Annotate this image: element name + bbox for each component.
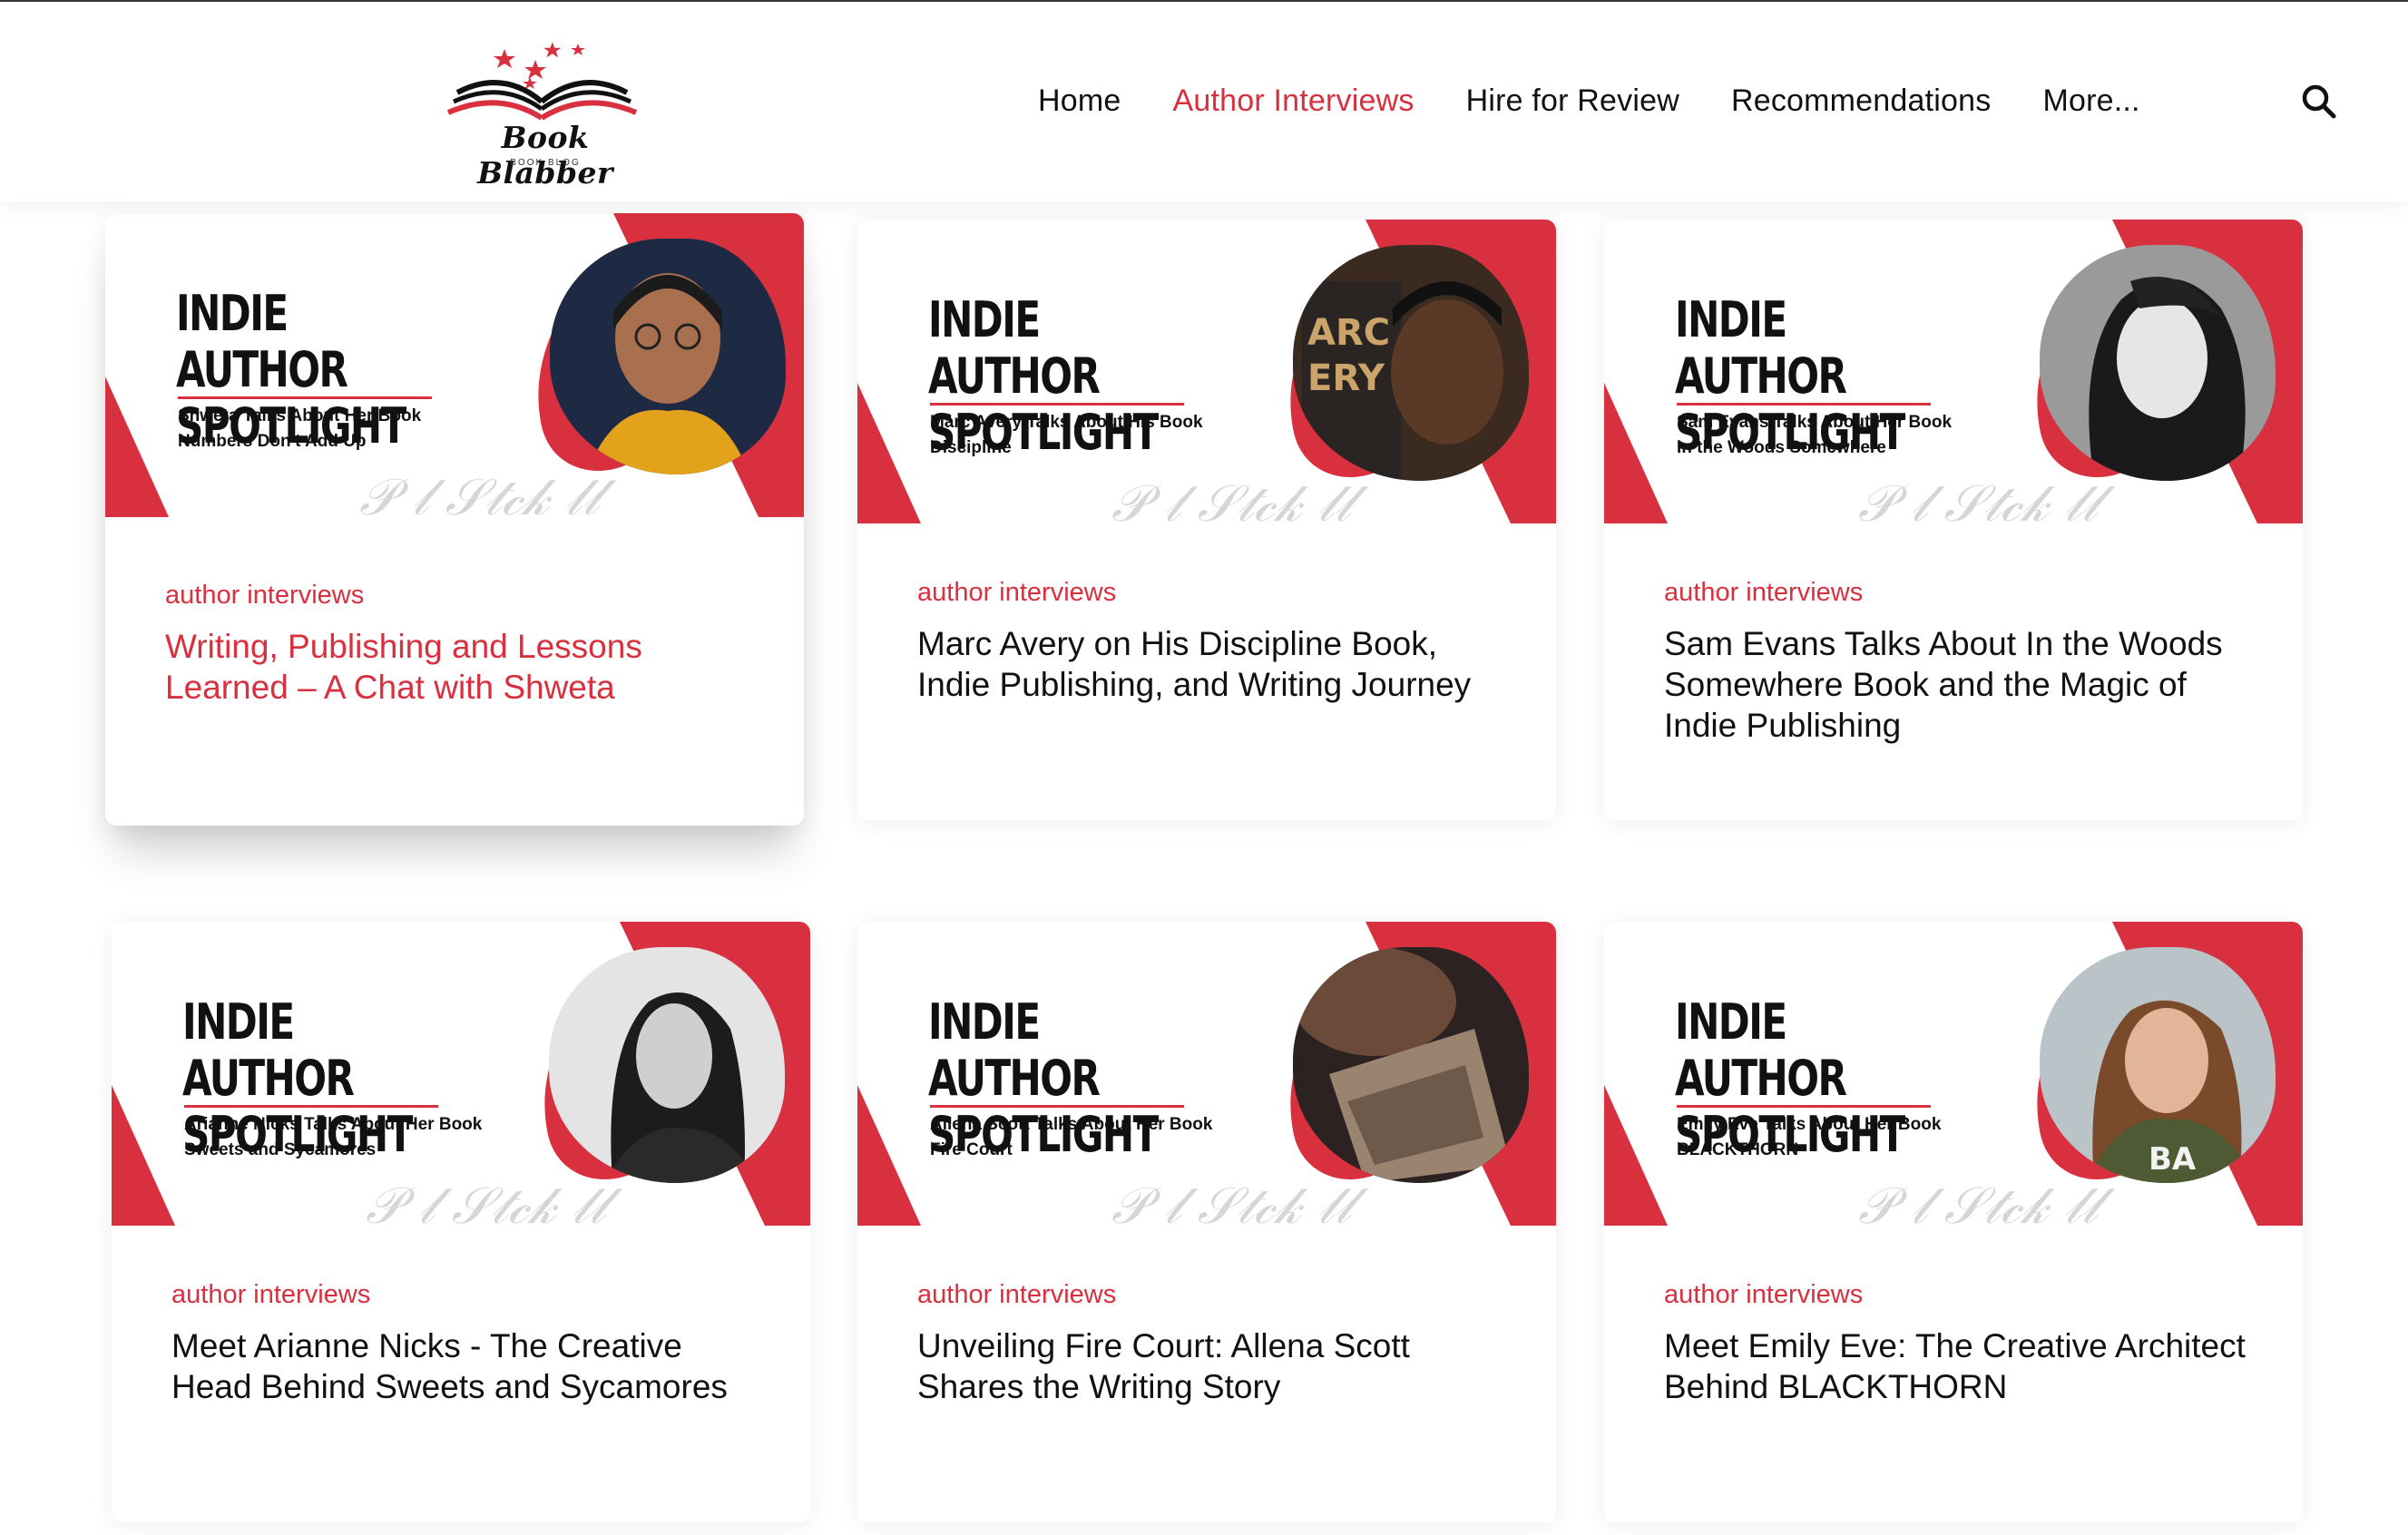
spotlight-underline	[178, 396, 432, 399]
site-header: Book Blabber BOOK BLOG Home Author Inter…	[0, 2, 2408, 201]
svg-text:ARC: ARC	[1307, 312, 1390, 354]
logo-wordmark: Book Blabber	[477, 120, 613, 191]
post-thumbnail[interactable]: 𝒫 𝓁 𝒮𝓉𝒸𝓀 𝓁𝓁 INDIE AUTHOR SPOTLIGHT Allen…	[857, 922, 1556, 1226]
svg-text:𝒫 𝓁 𝒮𝓉𝒸𝓀 𝓁𝓁: 𝒫 𝓁 𝒮𝓉𝒸𝓀 𝓁𝓁	[1858, 474, 2116, 523]
nav-home[interactable]: Home	[1038, 83, 1121, 123]
spotlight-underline	[930, 403, 1184, 406]
spotlight-subtitle: Emily Eve Talks About Her Book BLACKTHOR…	[1677, 1115, 1942, 1159]
svg-text:𝒫 𝓁 𝒮𝓉𝒸𝓀 𝓁𝓁: 𝒫 𝓁 𝒮𝓉𝒸𝓀 𝓁𝓁	[359, 468, 617, 517]
post-thumbnail[interactable]: 𝒫 𝓁 𝒮𝓉𝒸𝓀 𝓁𝓁 INDIE AUTHOR SPOTLIGHT Shwet…	[105, 213, 804, 517]
spotlight-underline	[930, 1105, 1184, 1108]
post-title[interactable]: Writing, Publishing and Lessons Learned …	[165, 626, 755, 708]
post-thumbnail[interactable]: 𝒫 𝓁 𝒮𝓉𝒸𝓀 𝓁𝓁 ARC ERY INDIE AUTHOR SPOTLIG…	[857, 220, 1556, 523]
post-card[interactable]: 𝒫 𝓁 𝒮𝓉𝒸𝓀 𝓁𝓁 INDIE AUTHOR SPOTLIGHT Sam E…	[1604, 220, 2303, 820]
post-thumbnail[interactable]: 𝒫 𝓁 𝒮𝓉𝒸𝓀 𝓁𝓁 INDIE AUTHOR SPOTLIGHT Sam E…	[1604, 220, 2303, 523]
nav-hire-for-review[interactable]: Hire for Review	[1466, 83, 1679, 123]
open-book-icon	[446, 42, 638, 121]
spotlight-underline	[184, 1105, 438, 1108]
site-logo[interactable]: Book Blabber BOOK BLOG	[439, 36, 648, 191]
nav-more[interactable]: More...	[2042, 83, 2139, 123]
post-title[interactable]: Meet Emily Eve: The Creative Architect B…	[1664, 1325, 2254, 1407]
author-photo: BA	[2040, 947, 2276, 1183]
post-card[interactable]: 𝒫 𝓁 𝒮𝓉𝒸𝓀 𝓁𝓁 ARC ERY INDIE AUTHOR SPOTLIG…	[857, 220, 1556, 820]
svg-text:𝒫 𝓁 𝒮𝓉𝒸𝓀 𝓁𝓁: 𝒫 𝓁 𝒮𝓉𝒸𝓀 𝓁𝓁	[1111, 474, 1369, 523]
post-title[interactable]: Marc Avery on His Discipline Book, Indie…	[917, 623, 1507, 705]
svg-text:BA: BA	[2149, 1141, 2197, 1178]
post-title[interactable]: Sam Evans Talks About In the Woods Somew…	[1664, 623, 2254, 746]
post-card[interactable]: 𝒫 𝓁 𝒮𝓉𝒸𝓀 𝓁𝓁 BA INDIE AUTHOR SPOTLIGHT Em…	[1604, 922, 2303, 1522]
book-photo	[1293, 947, 1529, 1183]
post-title[interactable]: Meet Arianne Nicks - The Creative Head B…	[171, 1325, 761, 1407]
nav-author-interviews[interactable]: Author Interviews	[1173, 83, 1414, 123]
spotlight-subtitle: Arianne Nicks Talks About Her Book Sweet…	[184, 1115, 483, 1159]
author-photo	[549, 947, 785, 1183]
author-photo	[2040, 245, 2276, 481]
nav-recommendations[interactable]: Recommendations	[1731, 83, 1991, 123]
spotlight-subtitle: Allena Scott Talks About Her Book Fire C…	[930, 1115, 1213, 1159]
spotlight-subtitle: Marc Avery Talks About His Book Discipli…	[930, 413, 1203, 457]
category-link[interactable]: author interviews	[1664, 1280, 1863, 1310]
search-icon[interactable]	[2301, 83, 2337, 120]
svg-text:𝒫 𝓁 𝒮𝓉𝒸𝓀 𝓁𝓁: 𝒫 𝓁 𝒮𝓉𝒸𝓀 𝓁𝓁	[366, 1177, 623, 1226]
post-card[interactable]: 𝒫 𝓁 𝒮𝓉𝒸𝓀 𝓁𝓁 INDIE AUTHOR SPOTLIGHT Shwet…	[105, 213, 804, 826]
category-link[interactable]: author interviews	[1664, 578, 1863, 608]
spotlight-subtitle: Sam Evans Talks About Her Book In the Wo…	[1677, 413, 1953, 457]
spotlight-underline	[1677, 403, 1931, 406]
post-card[interactable]: 𝒫 𝓁 𝒮𝓉𝒸𝓀 𝓁𝓁 INDIE AUTHOR SPOTLIGHT Allen…	[857, 922, 1556, 1522]
logo-subtitle: BOOK BLOG	[510, 158, 581, 168]
spotlight-underline	[1677, 1105, 1931, 1108]
post-title[interactable]: Unveiling Fire Court: Allena Scott Share…	[917, 1325, 1507, 1407]
post-thumbnail[interactable]: 𝒫 𝓁 𝒮𝓉𝒸𝓀 𝓁𝓁 BA INDIE AUTHOR SPOTLIGHT Em…	[1604, 922, 2303, 1226]
svg-text:𝒫 𝓁 𝒮𝓉𝒸𝓀 𝓁𝓁: 𝒫 𝓁 𝒮𝓉𝒸𝓀 𝓁𝓁	[1858, 1177, 2116, 1226]
category-link[interactable]: author interviews	[171, 1280, 370, 1310]
category-link[interactable]: author interviews	[165, 581, 364, 611]
svg-text:ERY: ERY	[1307, 357, 1385, 399]
category-link[interactable]: author interviews	[917, 578, 1116, 608]
category-link[interactable]: author interviews	[917, 1280, 1116, 1310]
author-photo	[550, 239, 786, 474]
author-photo: ARC ERY	[1293, 245, 1529, 481]
svg-text:𝒫 𝓁 𝒮𝓉𝒸𝓀 𝓁𝓁: 𝒫 𝓁 𝒮𝓉𝒸𝓀 𝓁𝓁	[1111, 1177, 1369, 1226]
spotlight-subtitle: Shweta Talks About Her Book Numbers Don'…	[178, 406, 422, 451]
main-nav: Home Author Interviews Hire for Review R…	[1038, 83, 2192, 123]
post-card[interactable]: 𝒫 𝓁 𝒮𝓉𝒸𝓀 𝓁𝓁 INDIE AUTHOR SPOTLIGHT Arian…	[112, 922, 810, 1522]
post-thumbnail[interactable]: 𝒫 𝓁 𝒮𝓉𝒸𝓀 𝓁𝓁 INDIE AUTHOR SPOTLIGHT Arian…	[112, 922, 810, 1226]
